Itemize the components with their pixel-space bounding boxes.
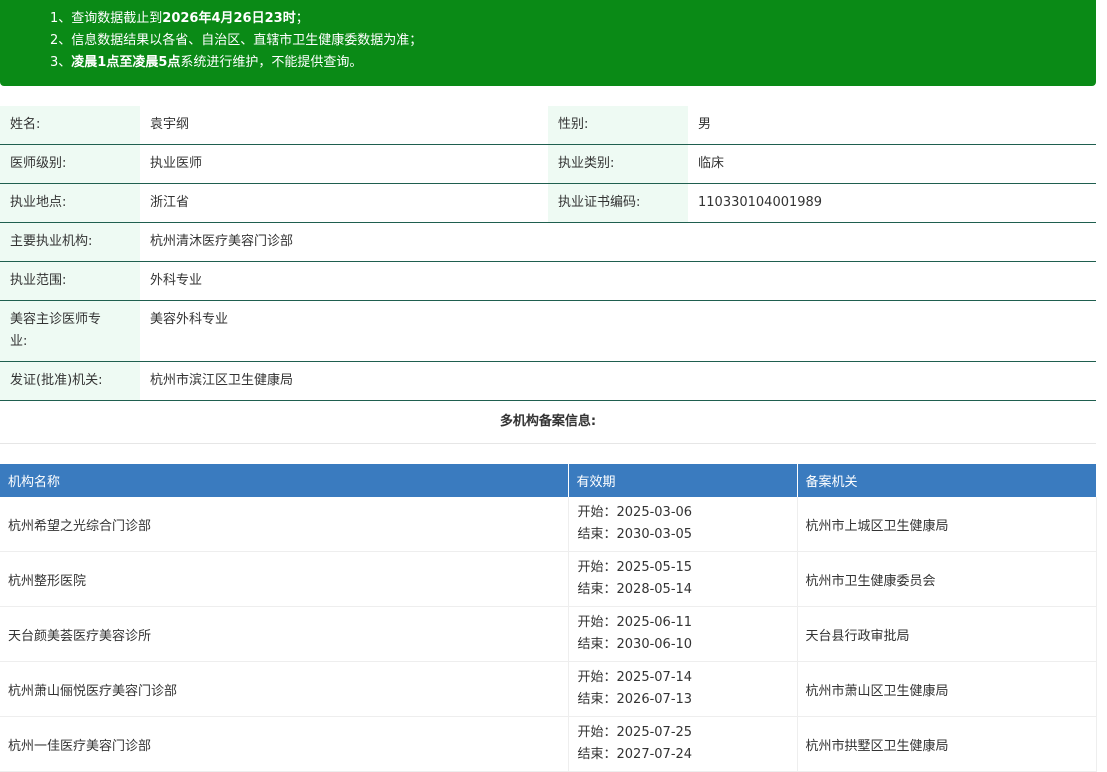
multi-institution-title: 多机构备案信息:	[0, 402, 1096, 444]
location-label: 执业地点:	[0, 184, 140, 222]
institution-name-cell: 杭州整形医院	[0, 551, 569, 607]
info-row-scope: 执业范围: 外科专业	[0, 262, 1096, 301]
level-label: 医师级别:	[0, 145, 140, 183]
table-header-row: 机构名称 有效期 备案机关	[0, 464, 1097, 497]
info-row-name: 姓名: 袁宇纲 性别: 男	[0, 106, 1096, 145]
authority-cell: 杭州市卫生健康委员会	[797, 551, 1097, 607]
validity-cell: 开始：2025-07-14 结束：2026-07-13	[568, 661, 798, 717]
scope-label: 执业范围:	[0, 262, 140, 300]
validity-end: 结束：2027-07-24	[577, 747, 693, 762]
location-value: 浙江省	[150, 195, 190, 210]
validity-start: 开始：2025-03-06	[577, 505, 693, 520]
cosmetic-value: 美容外科专业	[150, 312, 229, 327]
notice-banner: 1、查询数据截止到2026年4月26日23时； 2、信息数据结果以各省、自治区、…	[0, 0, 1096, 86]
table-row: 杭州一佳医疗美容门诊部 开始：2025-07-25 结束：2027-07-24 杭…	[0, 716, 1097, 772]
info-row-institution: 主要执业机构: 杭州清沐医疗美容门诊部	[0, 223, 1096, 262]
validity-cell: 开始：2025-06-11 结束：2030-06-10	[568, 606, 798, 662]
cosmetic-label-line-1: 美容主诊医师专	[10, 312, 102, 327]
info-row-cosmetic: 美容主诊医师专 业: 美容外科专业	[0, 301, 1096, 362]
info-row-issuer: 发证(批准)机关: 杭州市滨江区卫生健康局	[0, 362, 1096, 401]
validity-start: 开始：2025-07-25	[577, 725, 693, 740]
validity-end: 结束：2028-05-14	[577, 582, 693, 597]
multi-institution-table: 机构名称 有效期 备案机关 杭州希望之光综合门诊部 开始：2025-03-06 结…	[0, 464, 1097, 772]
table-row: 杭州整形医院 开始：2025-05-15 结束：2028-05-14 杭州市卫生健…	[0, 551, 1097, 607]
validity-cell: 开始：2025-05-15 结束：2028-05-14	[568, 551, 798, 607]
name-label: 姓名:	[0, 106, 140, 144]
validity-cell: 开始：2025-07-25 结束：2027-07-24	[568, 716, 798, 772]
cert-value: 110330104001989	[698, 195, 823, 210]
issuer-label: 发证(批准)机关:	[0, 362, 140, 400]
institution-value: 杭州清沐医疗美容门诊部	[150, 234, 294, 249]
gender-value: 男	[698, 117, 712, 132]
table-row: 天台颜美荟医疗美容诊所 开始：2025-06-11 结束：2030-06-10 天…	[0, 606, 1097, 662]
validity-start: 开始：2025-07-14	[577, 670, 693, 685]
level-value: 执业医师	[150, 156, 203, 171]
gender-label: 性别:	[548, 106, 688, 144]
cosmetic-label: 美容主诊医师专 业:	[0, 301, 140, 361]
doctor-info-table: 姓名: 袁宇纲 性别: 男 医师级别: 执业医师 执业类别: 临床 执业地点: …	[0, 106, 1096, 401]
institution-name-cell: 杭州一佳医疗美容门诊部	[0, 716, 569, 772]
header-institution-name: 机构名称	[0, 464, 569, 497]
authority-cell: 杭州市萧山区卫生健康局	[797, 661, 1097, 717]
validity-start: 开始：2025-06-11	[577, 615, 693, 630]
validity-start: 开始：2025-05-15	[577, 560, 693, 575]
institution-name-cell: 天台颜美荟医疗美容诊所	[0, 606, 569, 662]
name-value: 袁宇纲	[150, 117, 190, 132]
validity-end: 结束：2026-07-13	[577, 692, 693, 707]
authority-cell: 天台县行政审批局	[797, 606, 1097, 662]
info-row-location: 执业地点: 浙江省 执业证书编码: 110330104001989	[0, 184, 1096, 223]
validity-cell: 开始：2025-03-06 结束：2030-03-05	[568, 497, 798, 552]
institution-name-cell: 杭州希望之光综合门诊部	[0, 497, 569, 552]
institution-name-cell: 杭州萧山俪悦医疗美容门诊部	[0, 661, 569, 717]
table-row: 杭州萧山俪悦医疗美容门诊部 开始：2025-07-14 结束：2026-07-13…	[0, 661, 1097, 717]
scope-value: 外科专业	[150, 273, 203, 288]
header-authority: 备案机关	[797, 464, 1097, 497]
institution-label: 主要执业机构:	[0, 223, 140, 261]
info-row-level: 医师级别: 执业医师 执业类别: 临床	[0, 145, 1096, 184]
header-validity: 有效期	[568, 464, 798, 497]
authority-cell: 杭州市上城区卫生健康局	[797, 497, 1097, 552]
validity-end: 结束：2030-06-10	[577, 637, 693, 652]
cosmetic-label-line-2: 业:	[10, 334, 28, 349]
authority-cell: 杭州市拱墅区卫生健康局	[797, 716, 1097, 772]
table-row: 杭州希望之光综合门诊部 开始：2025-03-06 结束：2030-03-05 杭…	[0, 497, 1097, 552]
notice-line-3: 3、凌晨1点至凌晨5点系统进行维护，不能提供查询。	[50, 55, 363, 70]
category-label: 执业类别:	[548, 145, 688, 183]
notice-line-1: 1、查询数据截止到2026年4月26日23时；	[50, 11, 309, 26]
cert-label: 执业证书编码:	[548, 184, 688, 222]
notice-line-2: 2、信息数据结果以各省、自治区、直辖市卫生健康委数据为准；	[50, 33, 423, 48]
issuer-value: 杭州市滨江区卫生健康局	[150, 373, 294, 388]
category-value: 临床	[698, 156, 725, 171]
validity-end: 结束：2030-03-05	[577, 527, 693, 542]
